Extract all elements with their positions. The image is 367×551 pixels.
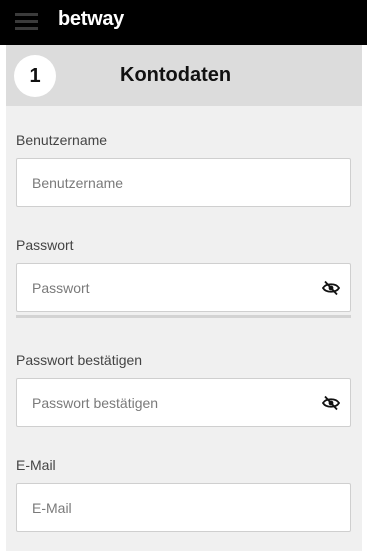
registration-form: 1 Kontodaten Benutzername Passwort Passw… <box>6 45 362 551</box>
username-field-container <box>16 158 351 207</box>
betway-logo[interactable]: betway <box>58 8 124 31</box>
password-confirm-field-container <box>16 378 351 427</box>
email-label: E-Mail <box>16 457 56 473</box>
password-label: Passwort <box>16 237 74 253</box>
username-input[interactable] <box>17 159 350 206</box>
email-field-container <box>16 483 351 532</box>
password-field-container <box>16 263 351 312</box>
password-input[interactable] <box>17 264 350 311</box>
step-number-badge: 1 <box>14 55 56 97</box>
section-header: 1 Kontodaten <box>6 45 362 106</box>
hamburger-menu-icon[interactable] <box>15 12 38 32</box>
hamburger-line <box>15 13 38 16</box>
section-title: Kontodaten <box>120 64 232 86</box>
hamburger-line <box>15 20 38 23</box>
eye-slash-icon[interactable] <box>322 395 340 411</box>
password-strength-bar <box>16 315 351 318</box>
password-confirm-label: Passwort bestätigen <box>16 352 143 368</box>
username-label: Benutzername <box>16 132 108 148</box>
email-input[interactable] <box>17 484 350 531</box>
top-bar: betway <box>0 0 367 45</box>
password-confirm-input[interactable] <box>17 379 350 426</box>
hamburger-line <box>15 27 38 30</box>
eye-slash-icon[interactable] <box>322 280 340 296</box>
